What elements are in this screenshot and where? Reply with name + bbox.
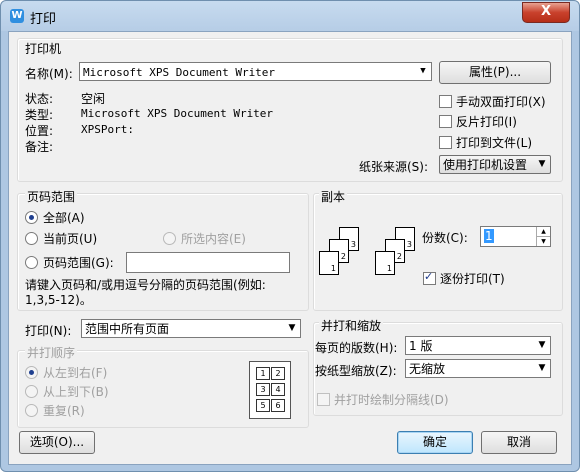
page-range-label[interactable]: 页码范围(G): [43,254,114,271]
title-bar[interactable]: W 打印 X [1,1,579,31]
left-to-right-label[interactable]: 从左到右(F) [43,364,107,381]
chevron-down-icon: ▼ [538,363,546,373]
close-button[interactable]: X [522,2,570,23]
status-label: 状态: [25,92,54,106]
page-range-radio[interactable] [25,256,38,269]
page-range-input[interactable] [126,252,290,273]
location-value: XPSPort: [81,123,134,136]
pages-per-sheet-select[interactable]: 1 版 ▼ [405,336,551,355]
copies-count-label: 份数(C): [422,231,468,245]
collate-label[interactable]: 逐份打印(T) [440,270,505,287]
print-what-value: 范围中所有页面 [85,322,170,336]
collate-checkbox[interactable] [423,270,436,285]
print-what-select[interactable]: 范围中所有页面 ▼ [81,319,301,338]
all-pages-label[interactable]: 全部(A) [43,209,85,226]
collated-pages-icon: 3 2 1 [375,227,427,283]
selection-radio[interactable] [163,232,176,245]
copies-count-spinner[interactable]: 1 ▲ ▼ [480,226,551,247]
pages-per-sheet-value: 1 版 [409,339,433,353]
top-to-bottom-label[interactable]: 从上到下(B) [43,383,109,400]
draw-separator-label[interactable]: 并打时绘制分隔线(D) [334,391,449,408]
collate-order-group-label: 并打顺序 [25,344,78,361]
wps-app-icon: W [10,9,24,23]
printer-group-label: 打印机 [25,42,62,56]
scale-value: 无缩放 [409,362,446,376]
repeat-label[interactable]: 重复(R) [43,402,85,419]
printer-name-label: 名称(M): [25,67,73,81]
print-to-file-label[interactable]: 打印到文件(L) [456,134,532,151]
manual-duplex-label[interactable]: 手动双面打印(X) [456,93,546,110]
page-range-hint-line2: 1,3,5-12)。 [25,293,92,307]
spin-down-icon[interactable]: ▼ [536,237,550,246]
paper-source-select[interactable]: 使用打印机设置 ▼ [439,155,551,174]
print-what-label: 打印(N): [25,324,72,338]
properties-button[interactable]: 属性(P)... [439,61,551,84]
print-to-file-checkbox[interactable] [439,136,452,149]
pages-per-sheet-label: 每页的版数(H): [315,341,398,355]
ok-button[interactable]: 确定 [397,431,473,454]
current-page-radio[interactable] [25,232,38,245]
cancel-button[interactable]: 取消 [481,431,557,454]
copies-group-label: 副本 [319,188,348,205]
printer-name-value: Microsoft XPS Document Writer [83,66,276,79]
location-label: 位置: [25,124,54,138]
chevron-down-icon: ▼ [538,340,546,350]
window-title: 打印 [30,12,57,27]
status-value: 空闲 [81,92,106,106]
all-pages-radio[interactable] [25,211,38,224]
page-range-group-label: 页码范围 [25,188,78,205]
options-button[interactable]: 选项(O)... [19,431,95,454]
repeat-radio[interactable] [25,404,38,417]
paper-source-label: 纸张来源(S): [359,160,429,174]
scale-label: 按纸型缩放(Z): [315,364,397,378]
reverse-print-checkbox[interactable] [439,115,452,128]
copies-count-value: 1 [484,229,494,243]
print-dialog-window: W 打印 X 打印机 名称(M): Microsoft XPS Document… [0,0,580,472]
collate-order-preview: 1 2 3 4 5 6 [249,361,291,419]
dialog-body: 打印机 名称(M): Microsoft XPS Document Writer… [8,31,572,465]
scale-select[interactable]: 无缩放 ▼ [405,359,551,378]
chevron-down-icon: ▼ [420,66,426,76]
type-label: 类型: [25,108,54,122]
draw-separator-checkbox[interactable] [317,393,330,406]
comment-label: 备注: [25,140,54,154]
selection-label[interactable]: 所选内容(E) [181,230,246,247]
top-to-bottom-radio[interactable] [25,385,38,398]
current-page-label[interactable]: 当前页(U) [43,230,97,247]
printer-name-select[interactable]: Microsoft XPS Document Writer ▼ [79,62,432,81]
manual-duplex-checkbox[interactable] [439,95,452,108]
chevron-down-icon: ▼ [288,323,296,333]
chevron-down-icon: ▼ [538,159,546,169]
uncollated-pages-icon: 3 2 1 [319,227,371,283]
reverse-print-label[interactable]: 反片打印(I) [456,113,517,130]
spin-up-icon[interactable]: ▲ [536,227,550,237]
paper-source-value: 使用打印机设置 [443,158,528,172]
left-to-right-radio[interactable] [25,366,38,379]
type-value: Microsoft XPS Document Writer [81,107,274,120]
zoom-group-label: 并打和缩放 [319,317,384,334]
